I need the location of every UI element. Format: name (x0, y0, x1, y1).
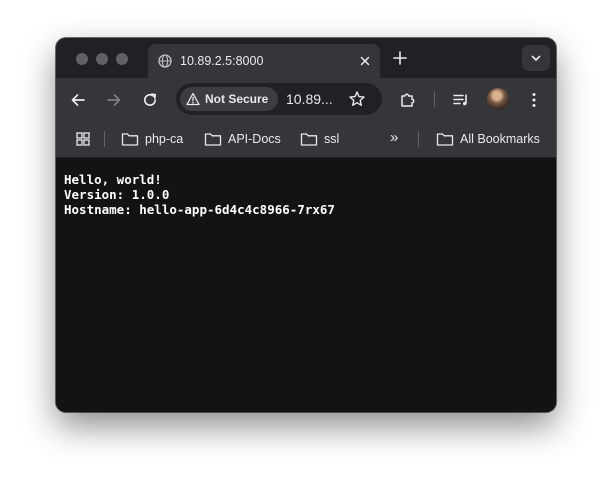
folder-icon (204, 133, 222, 146)
reload-icon[interactable] (141, 91, 159, 109)
minimize-window-button[interactable] (96, 53, 108, 65)
forward-icon[interactable] (105, 91, 123, 109)
bookmarks-bar: php-ca API-Docs ssl » All Bookmarks (56, 120, 556, 158)
security-label: Not Secure (205, 92, 269, 106)
close-window-button[interactable] (76, 53, 88, 65)
page-text-line: Hostname: hello-app-6d4c4c8966-7rx67 (64, 202, 335, 217)
back-icon[interactable] (69, 91, 87, 109)
security-chip[interactable]: Not Secure (180, 87, 278, 111)
close-tab-icon[interactable] (358, 54, 372, 68)
bookmarks-divider (418, 131, 419, 147)
toolbar-divider (434, 91, 435, 107)
maximize-window-button[interactable] (116, 53, 128, 65)
tab-search-button[interactable] (522, 45, 550, 71)
tab-title: 10.89.2.5:8000 (180, 54, 264, 68)
bookmark-api-docs[interactable]: API-Docs (204, 131, 290, 147)
media-queue-icon[interactable] (452, 91, 470, 109)
browser-window: 10.89.2.5:8000 Not Secure 10.89... php-c… (56, 38, 556, 412)
folder-icon (436, 133, 454, 146)
bookmark-label: API-Docs (228, 132, 281, 146)
page-text-line: Hello, world! (64, 172, 162, 187)
chevron-down-icon (531, 55, 541, 61)
bookmark-ssl[interactable]: ssl (300, 131, 346, 147)
folder-icon (121, 133, 139, 146)
address-bar[interactable]: Not Secure 10.89... (176, 83, 382, 115)
extensions-icon[interactable] (399, 91, 417, 109)
globe-icon (158, 54, 172, 68)
tab-strip: 10.89.2.5:8000 (56, 38, 556, 78)
bookmark-php-ca[interactable]: php-ca (121, 131, 191, 147)
page-text-line: Version: 1.0.0 (64, 187, 170, 202)
more-menu-icon[interactable] (525, 91, 543, 109)
bookmark-label: ssl (324, 132, 340, 146)
bookmarks-divider (104, 131, 105, 147)
url-text[interactable]: 10.89... (286, 91, 333, 107)
toolbar: Not Secure 10.89... (56, 78, 556, 120)
all-bookmarks-button[interactable]: All Bookmarks (436, 131, 548, 147)
new-tab-icon[interactable] (392, 50, 408, 66)
apps-grid-icon[interactable] (75, 131, 91, 147)
profile-avatar[interactable] (487, 88, 509, 110)
folder-icon (300, 133, 318, 146)
bookmarks-overflow-button[interactable]: » (390, 129, 398, 146)
bookmark-star-icon[interactable] (348, 90, 366, 108)
active-tab[interactable]: 10.89.2.5:8000 (148, 44, 380, 78)
page-content: Hello, world! Version: 1.0.0 Hostname: h… (56, 158, 556, 412)
bookmark-label: php-ca (145, 132, 184, 146)
warning-icon (186, 92, 200, 106)
all-bookmarks-label: All Bookmarks (460, 132, 540, 146)
